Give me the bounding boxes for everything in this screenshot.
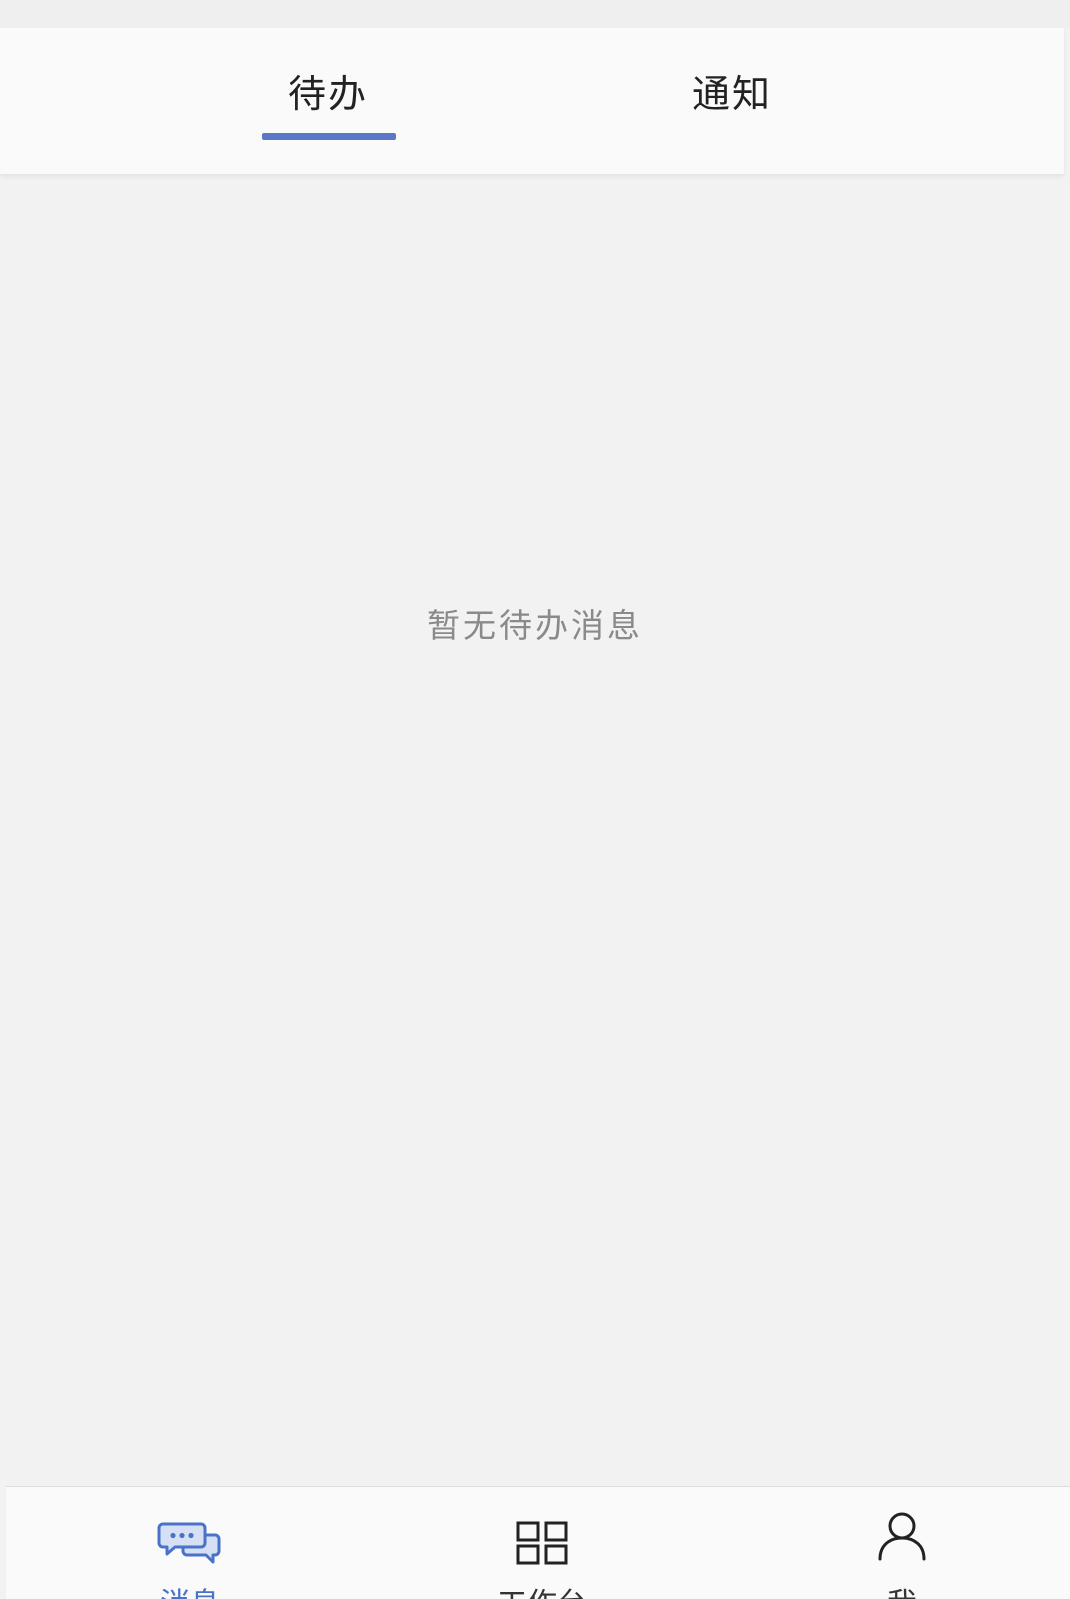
top-tab-bar: 待办 通知: [0, 28, 1064, 174]
app-screen: 待办 通知 暂无待办消息 消息: [0, 0, 1070, 1599]
empty-state-message: 暂无待办消息: [427, 606, 643, 645]
nav-item-workbench[interactable]: 工作台: [472, 1487, 612, 1599]
bottom-navigation: 消息 工作台 我: [6, 1486, 1070, 1599]
chat-bubbles-icon: [157, 1521, 223, 1569]
tab-notice-label: 通知: [691, 72, 772, 116]
nav-label-workbench: 工作台: [472, 1587, 612, 1599]
tab-todo-label: 待办: [287, 72, 368, 116]
grid-icon: [516, 1521, 568, 1569]
nav-item-messages[interactable]: 消息: [120, 1487, 260, 1599]
user-icon: [877, 1511, 927, 1565]
nav-item-me[interactable]: 我: [832, 1487, 972, 1599]
tab-todo[interactable]: 待办: [250, 28, 406, 174]
active-tab-indicator: [262, 133, 396, 140]
todo-list-area[interactable]: 暂无待办消息: [0, 176, 1070, 1486]
status-bar: [0, 0, 1070, 28]
tab-notice[interactable]: 通知: [650, 28, 814, 174]
nav-label-me: 我: [832, 1587, 972, 1599]
nav-label-messages: 消息: [120, 1587, 260, 1599]
